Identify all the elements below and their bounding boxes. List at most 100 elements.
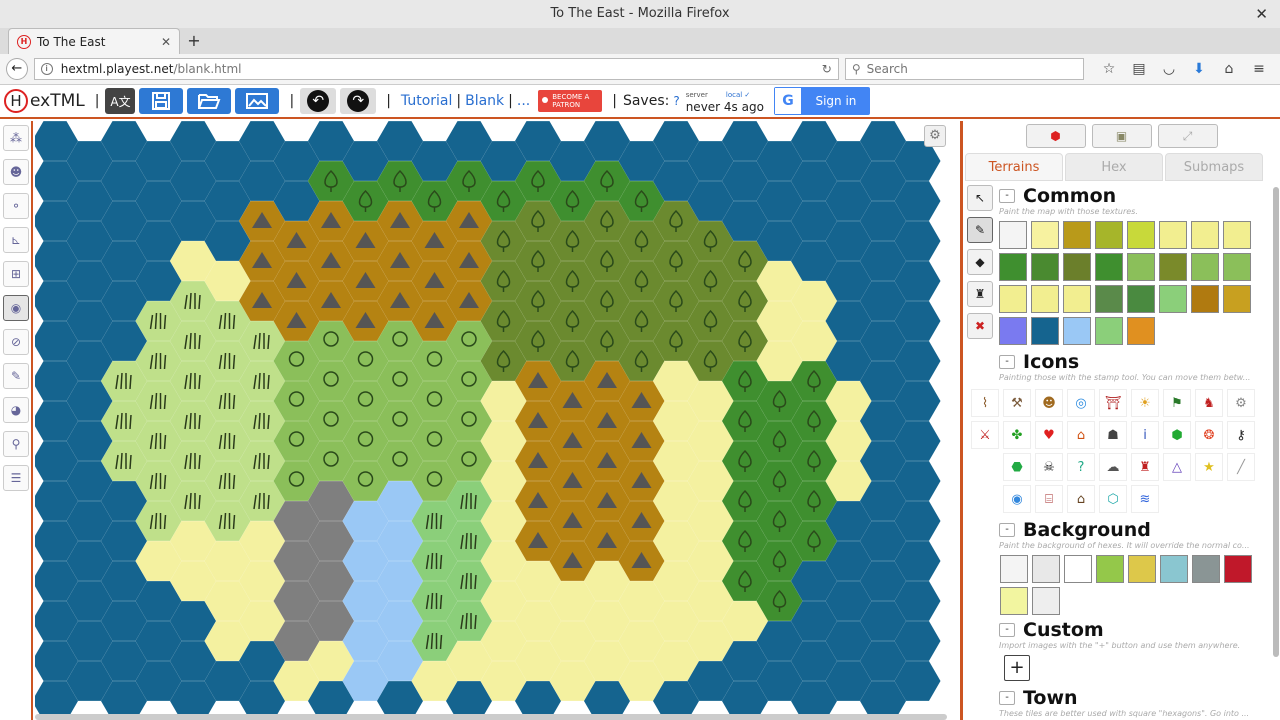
undo-button[interactable]: ↶ <box>300 88 337 114</box>
heart-icon[interactable]: ♥ <box>1035 421 1063 449</box>
target-icon[interactable]: ◉ <box>1003 485 1031 513</box>
browser-tab[interactable]: H To The East ✕ <box>8 28 180 54</box>
terrain-swatch[interactable] <box>999 221 1027 249</box>
gear-icon[interactable]: ⚙ <box>1227 389 1255 417</box>
map-settings-gear-icon[interactable]: ⚙ <box>924 125 946 147</box>
background-swatch[interactable] <box>1032 587 1060 615</box>
terrain-swatch[interactable] <box>1031 285 1059 313</box>
collapse-background-icon[interactable]: - <box>999 523 1015 537</box>
gem-icon[interactable]: ⬢ <box>1163 421 1191 449</box>
hex-map[interactable] <box>35 121 950 720</box>
notes-tool-icon[interactable]: ✎ <box>3 363 29 389</box>
collapse-town-icon[interactable]: - <box>999 691 1015 705</box>
become-patron-button[interactable]: BECOME A PATRON <box>538 90 603 112</box>
stamp-tool-icon[interactable]: ♜ <box>967 281 993 307</box>
line-icon[interactable]: ╱ <box>1227 453 1255 481</box>
background-swatch[interactable] <box>1224 555 1252 583</box>
measure-tool-icon[interactable]: ⊾ <box>3 227 29 253</box>
banner-icon[interactable]: ⚑ <box>1163 389 1191 417</box>
dragon-icon[interactable]: ♞ <box>1195 389 1223 417</box>
add-custom-button[interactable]: + <box>1004 655 1030 681</box>
saves-help[interactable]: ? <box>673 94 679 108</box>
terrain-swatch[interactable] <box>1127 221 1155 249</box>
grid-tool-icon[interactable]: ⊞ <box>3 261 29 287</box>
reload-icon[interactable]: ↻ <box>822 62 832 76</box>
terrain-swatch[interactable] <box>1095 285 1123 313</box>
fire-icon[interactable]: ❂ <box>1195 421 1223 449</box>
clover-icon[interactable]: ✤ <box>1003 421 1031 449</box>
sword-icon[interactable]: ⚔ <box>971 421 999 449</box>
terrain-swatch[interactable] <box>1031 317 1059 345</box>
zoom-icon[interactable]: ⚲ <box>3 431 29 457</box>
crystal-icon[interactable]: ⬡ <box>1099 485 1127 513</box>
tab-terrains[interactable]: Terrains <box>965 153 1063 181</box>
terrain-swatch[interactable] <box>1191 253 1219 281</box>
brush-tool-icon[interactable]: ✎ <box>967 217 993 243</box>
pointer-tool-icon[interactable]: ↖ <box>967 185 993 211</box>
hood-icon[interactable]: ☗ <box>1099 421 1127 449</box>
reader-list-icon[interactable]: ▤ <box>1124 61 1154 77</box>
terrain-swatch[interactable] <box>1159 221 1187 249</box>
star-icon[interactable]: ★ <box>1195 453 1223 481</box>
fullscreen-icon[interactable]: ⤢ <box>1157 124 1218 148</box>
terrain-swatch[interactable] <box>1095 221 1123 249</box>
terrain-swatch[interactable] <box>1159 285 1187 313</box>
tab-submaps[interactable]: Submaps <box>1165 153 1263 181</box>
question-icon[interactable]: ? <box>1067 453 1095 481</box>
background-swatch[interactable] <box>1192 555 1220 583</box>
temple-icon[interactable]: ⛩ <box>1099 389 1127 417</box>
tab-close-icon[interactable]: ✕ <box>161 35 171 49</box>
staff-icon[interactable]: ⌇ <box>971 389 999 417</box>
info-icon[interactable]: i <box>1131 421 1159 449</box>
collapse-common-icon[interactable]: - <box>999 189 1015 203</box>
collapse-custom-icon[interactable]: - <box>999 623 1015 637</box>
terrain-swatch[interactable] <box>1031 221 1059 249</box>
background-swatch[interactable] <box>1000 587 1028 615</box>
terrain-swatch[interactable] <box>999 317 1027 345</box>
terrain-swatch[interactable] <box>1127 317 1155 345</box>
monster-icon[interactable]: ☻ <box>1035 389 1063 417</box>
terrain-swatch[interactable] <box>1031 253 1059 281</box>
tab-hex[interactable]: Hex <box>1065 153 1163 181</box>
eraser-tool-icon[interactable]: ✖ <box>967 313 993 339</box>
terrain-swatch[interactable] <box>1159 253 1187 281</box>
language-button[interactable]: A文 <box>105 88 136 114</box>
terrain-swatch[interactable] <box>1063 253 1091 281</box>
open-button[interactable] <box>187 88 232 114</box>
terrain-swatch[interactable] <box>1095 253 1123 281</box>
cloud-icon[interactable]: ☁ <box>1099 453 1127 481</box>
redo-button[interactable]: ↷ <box>340 88 377 114</box>
terrain-swatch[interactable] <box>1127 253 1155 281</box>
keyhole-icon[interactable]: ⚷ <box>1227 421 1255 449</box>
terrain-swatch[interactable] <box>1063 221 1091 249</box>
bookmark-star-icon[interactable]: ☆ <box>1094 61 1124 77</box>
paste-icon[interactable]: ▣ <box>1091 124 1152 148</box>
terrain-swatch[interactable] <box>1223 253 1251 281</box>
background-swatch[interactable] <box>1000 555 1028 583</box>
background-swatch[interactable] <box>1064 555 1092 583</box>
blank-link[interactable]: Blank <box>465 93 504 109</box>
search-bar[interactable]: ⚲ <box>844 58 1084 80</box>
background-swatch[interactable] <box>1128 555 1156 583</box>
emerald-icon[interactable]: ⬣ <box>1003 453 1031 481</box>
terrain-swatch[interactable] <box>1095 317 1123 345</box>
more-link[interactable]: ... <box>517 93 530 109</box>
menu-icon[interactable]: ≡ <box>1244 61 1274 77</box>
map-horizontal-scrollbar[interactable] <box>35 714 947 720</box>
hex-map-canvas[interactable]: ⚙ <box>35 121 950 720</box>
castle-icon[interactable]: ♜ <box>1131 453 1159 481</box>
fill-tool-icon[interactable]: ◆ <box>967 249 993 275</box>
terrain-swatch[interactable] <box>1063 317 1091 345</box>
save-button[interactable] <box>139 88 184 114</box>
village-icon[interactable]: ⌂ <box>1067 485 1095 513</box>
terrain-swatch[interactable] <box>1127 285 1155 313</box>
new-tab-icon[interactable]: + <box>180 28 208 54</box>
wizard-icon[interactable]: △ <box>1163 453 1191 481</box>
pocket-icon[interactable]: ◡ <box>1154 61 1184 77</box>
color-wheel-icon[interactable]: ◕ <box>3 397 29 423</box>
terrain-swatch[interactable] <box>999 253 1027 281</box>
collapse-icons-icon[interactable]: - <box>999 355 1015 369</box>
background-swatch[interactable] <box>1096 555 1124 583</box>
fog-tool-icon[interactable]: ⊘ <box>3 329 29 355</box>
background-swatch[interactable] <box>1160 555 1188 583</box>
